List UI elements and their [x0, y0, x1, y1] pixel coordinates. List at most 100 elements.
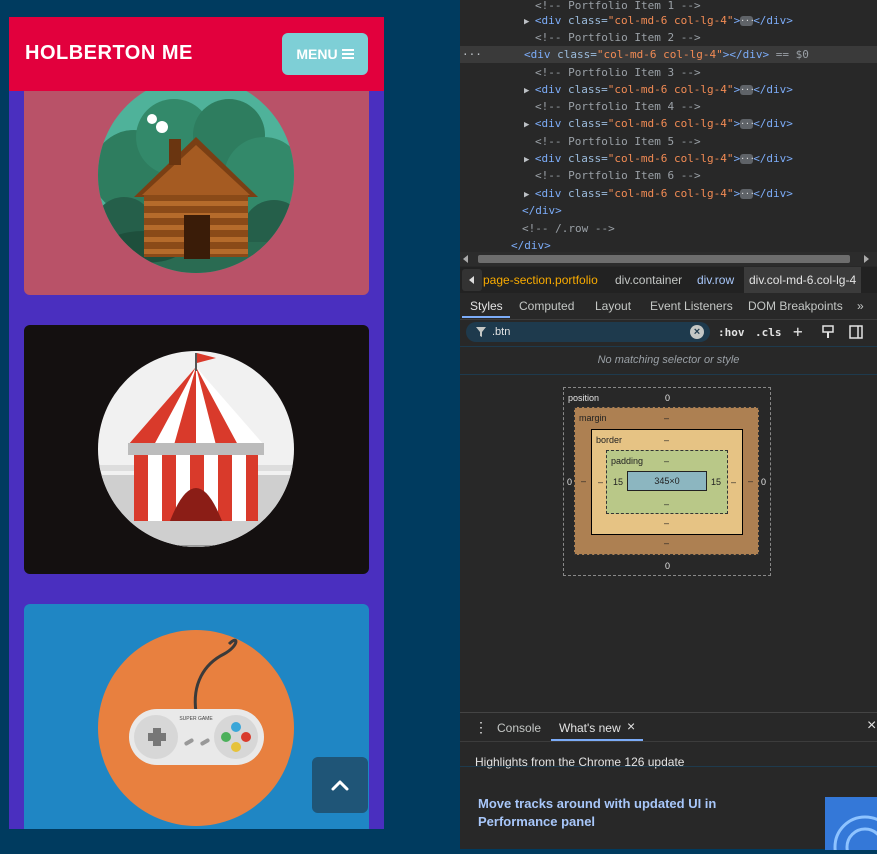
dom-element-line[interactable]: ▶ <div class="col-md-6 col-lg-4">···</di…: [460, 150, 877, 167]
styles-filter-row: .btn × :hov .cls +: [460, 320, 877, 346]
page-viewport: SUPER GAME HOLBERTON ME MENU: [9, 17, 384, 829]
dom-comment-line[interactable]: <!-- /.row -->: [460, 220, 877, 237]
chevron-left-icon: [469, 276, 474, 284]
dom-comment-line[interactable]: <!-- Portfolio Item 2 -->: [460, 29, 877, 46]
scroll-to-top-button[interactable]: [312, 757, 368, 813]
collapsed-content-icon[interactable]: ···: [740, 154, 755, 164]
position-top-value: 0: [665, 393, 671, 403]
hamburger-icon: [341, 47, 354, 61]
tab-whats-new[interactable]: What's new: [559, 721, 621, 735]
border-right-value: –: [731, 477, 737, 487]
dom-element-line[interactable]: ▶ <div class="col-md-6 col-lg-4">···</di…: [460, 115, 877, 132]
filter-value: .btn: [492, 326, 511, 338]
collapsed-content-icon[interactable]: ···: [740, 189, 755, 199]
breadcrumb-item-selected[interactable]: div.col-md-6.col-lg-4: [744, 267, 862, 293]
position-right-value: 0: [761, 477, 767, 487]
dom-comment-line[interactable]: <!-- Portfolio Item 5 -->: [460, 133, 877, 150]
dom-element-line[interactable]: ▶ <div class="col-md-6 col-lg-4">···</di…: [460, 81, 877, 98]
tab-console[interactable]: Console: [497, 721, 541, 735]
brand-logo[interactable]: HOLBERTON ME: [25, 42, 193, 65]
dom-element-line[interactable]: ▶ <div class="col-md-6 col-lg-4">···</di…: [460, 12, 877, 29]
dom-closing-tag-line[interactable]: </div>: [460, 237, 877, 252]
padding-bottom-value: –: [664, 499, 670, 509]
expand-triangle-icon[interactable]: ▶: [524, 17, 535, 27]
margin-right-value: –: [748, 476, 754, 486]
drawer-divider: [460, 766, 877, 767]
selected-node-ellipsis-icon[interactable]: ···: [462, 46, 482, 63]
toggle-sidebar-icon[interactable]: [849, 325, 863, 339]
dom-tree-horizontal-scrollbar[interactable]: [460, 252, 877, 266]
dom-comment-line[interactable]: <!-- Portfolio Item 3 -->: [460, 64, 877, 81]
breadcrumb-item[interactable]: div.container: [615, 273, 682, 287]
clear-filter-icon[interactable]: ×: [690, 325, 704, 339]
scroll-right-arrow-icon[interactable]: [864, 255, 869, 263]
article-title-link[interactable]: Move tracks around with updated UI in Pe…: [478, 795, 778, 831]
scrollbar-thumb[interactable]: [478, 255, 850, 263]
tab-styles[interactable]: Styles: [470, 299, 503, 313]
collapsed-content-icon[interactable]: ···: [740, 85, 755, 95]
devtools-panel: <!-- Portfolio Item 1 --> ▶ <div class="c…: [460, 0, 877, 854]
performance-illustration-icon: [833, 815, 877, 854]
border-bottom-value: –: [664, 518, 670, 528]
portfolio-item-circus[interactable]: [24, 325, 369, 574]
dom-comment-line[interactable]: <!-- Portfolio Item 4 -->: [460, 98, 877, 115]
class-toggle[interactable]: .cls: [755, 326, 782, 339]
expand-triangle-icon[interactable]: ▶: [524, 155, 535, 165]
controller-brand-text: SUPER GAME: [179, 716, 213, 722]
menu-button[interactable]: MENU: [282, 33, 368, 75]
expand-triangle-icon[interactable]: ▶: [524, 120, 535, 130]
content-size-value: 345×0: [654, 476, 680, 486]
no-match-message: No matching selector or style: [597, 354, 740, 366]
position-left-value: 0: [567, 477, 573, 487]
dom-element-line[interactable]: ▶ <div class="col-md-6 col-lg-4">···</di…: [460, 185, 877, 202]
breadcrumb: page-section.portfolio div.container div…: [460, 267, 877, 293]
tab-computed[interactable]: Computed: [519, 299, 574, 313]
portfolio-item-cabin[interactable]: [24, 77, 369, 295]
breadcrumb-scroll-left-button[interactable]: [462, 269, 482, 291]
dom-comment-line[interactable]: <!-- Portfolio Item 6 -->: [460, 167, 877, 184]
breadcrumb-item[interactable]: page-section.portfolio: [483, 273, 598, 287]
chevron-up-icon: [331, 780, 349, 791]
close-drawer-icon[interactable]: ×: [867, 717, 876, 735]
styles-tabbar: Styles Computed Layout Event Listeners D…: [460, 294, 877, 320]
breadcrumb-item[interactable]: div.row: [697, 273, 734, 287]
paint-brush-icon[interactable]: [822, 325, 834, 339]
margin-top-value: –: [664, 413, 670, 423]
collapsed-content-icon[interactable]: ···: [740, 119, 755, 129]
dom-element-line[interactable]: ··· <div class="col-md-6 col-lg-4"></div>…: [460, 46, 877, 63]
drawer-tabbar: ⋮ Console What's new × ×: [460, 715, 877, 742]
tab-dom-breakpoints[interactable]: DOM Breakpoints: [748, 299, 843, 313]
devtools-drawer: ⋮ Console What's new × × Highlights from…: [460, 712, 877, 854]
expand-triangle-icon[interactable]: ▶: [524, 190, 535, 200]
scroll-left-arrow-icon[interactable]: [463, 255, 468, 263]
active-drawer-tab-indicator: [551, 739, 643, 741]
tab-layout[interactable]: Layout: [595, 299, 631, 313]
border-top-value: –: [664, 435, 670, 445]
tab-event-listeners[interactable]: Event Listeners: [650, 299, 733, 313]
border-left-value: –: [598, 477, 604, 487]
drawer-menu-icon[interactable]: ⋮: [474, 719, 488, 736]
filter-icon: [476, 327, 486, 337]
padding-left-value: 15: [613, 477, 624, 487]
styles-filter-input[interactable]: .btn ×: [466, 322, 710, 342]
dom-closing-tag-line[interactable]: </div>: [460, 202, 877, 219]
padding-top-value: –: [664, 456, 670, 466]
filter-divider: [460, 346, 877, 347]
cabin-illustration: [98, 77, 294, 273]
close-tab-icon[interactable]: ×: [627, 718, 635, 734]
padding-label: padding: [611, 456, 644, 466]
padding-right-value: 15: [711, 477, 722, 487]
box-model-diagram: position 0 0 0 0 margin – – – – border –…: [460, 375, 877, 585]
hover-state-toggle[interactable]: :hov: [718, 326, 745, 339]
new-style-rule-icon[interactable]: +: [793, 322, 803, 341]
navbar: HOLBERTON ME MENU: [9, 17, 384, 91]
article-thumbnail[interactable]: [825, 797, 877, 854]
circus-tent-illustration: [98, 351, 294, 547]
box-content[interactable]: 345×0: [627, 471, 707, 491]
position-bottom-value: 0: [665, 561, 671, 571]
position-label: position: [568, 393, 600, 403]
expand-triangle-icon[interactable]: ▶: [524, 86, 535, 96]
collapsed-content-icon[interactable]: ···: [740, 16, 755, 26]
margin-label: margin: [579, 413, 607, 423]
more-tabs-icon[interactable]: »: [857, 299, 864, 313]
